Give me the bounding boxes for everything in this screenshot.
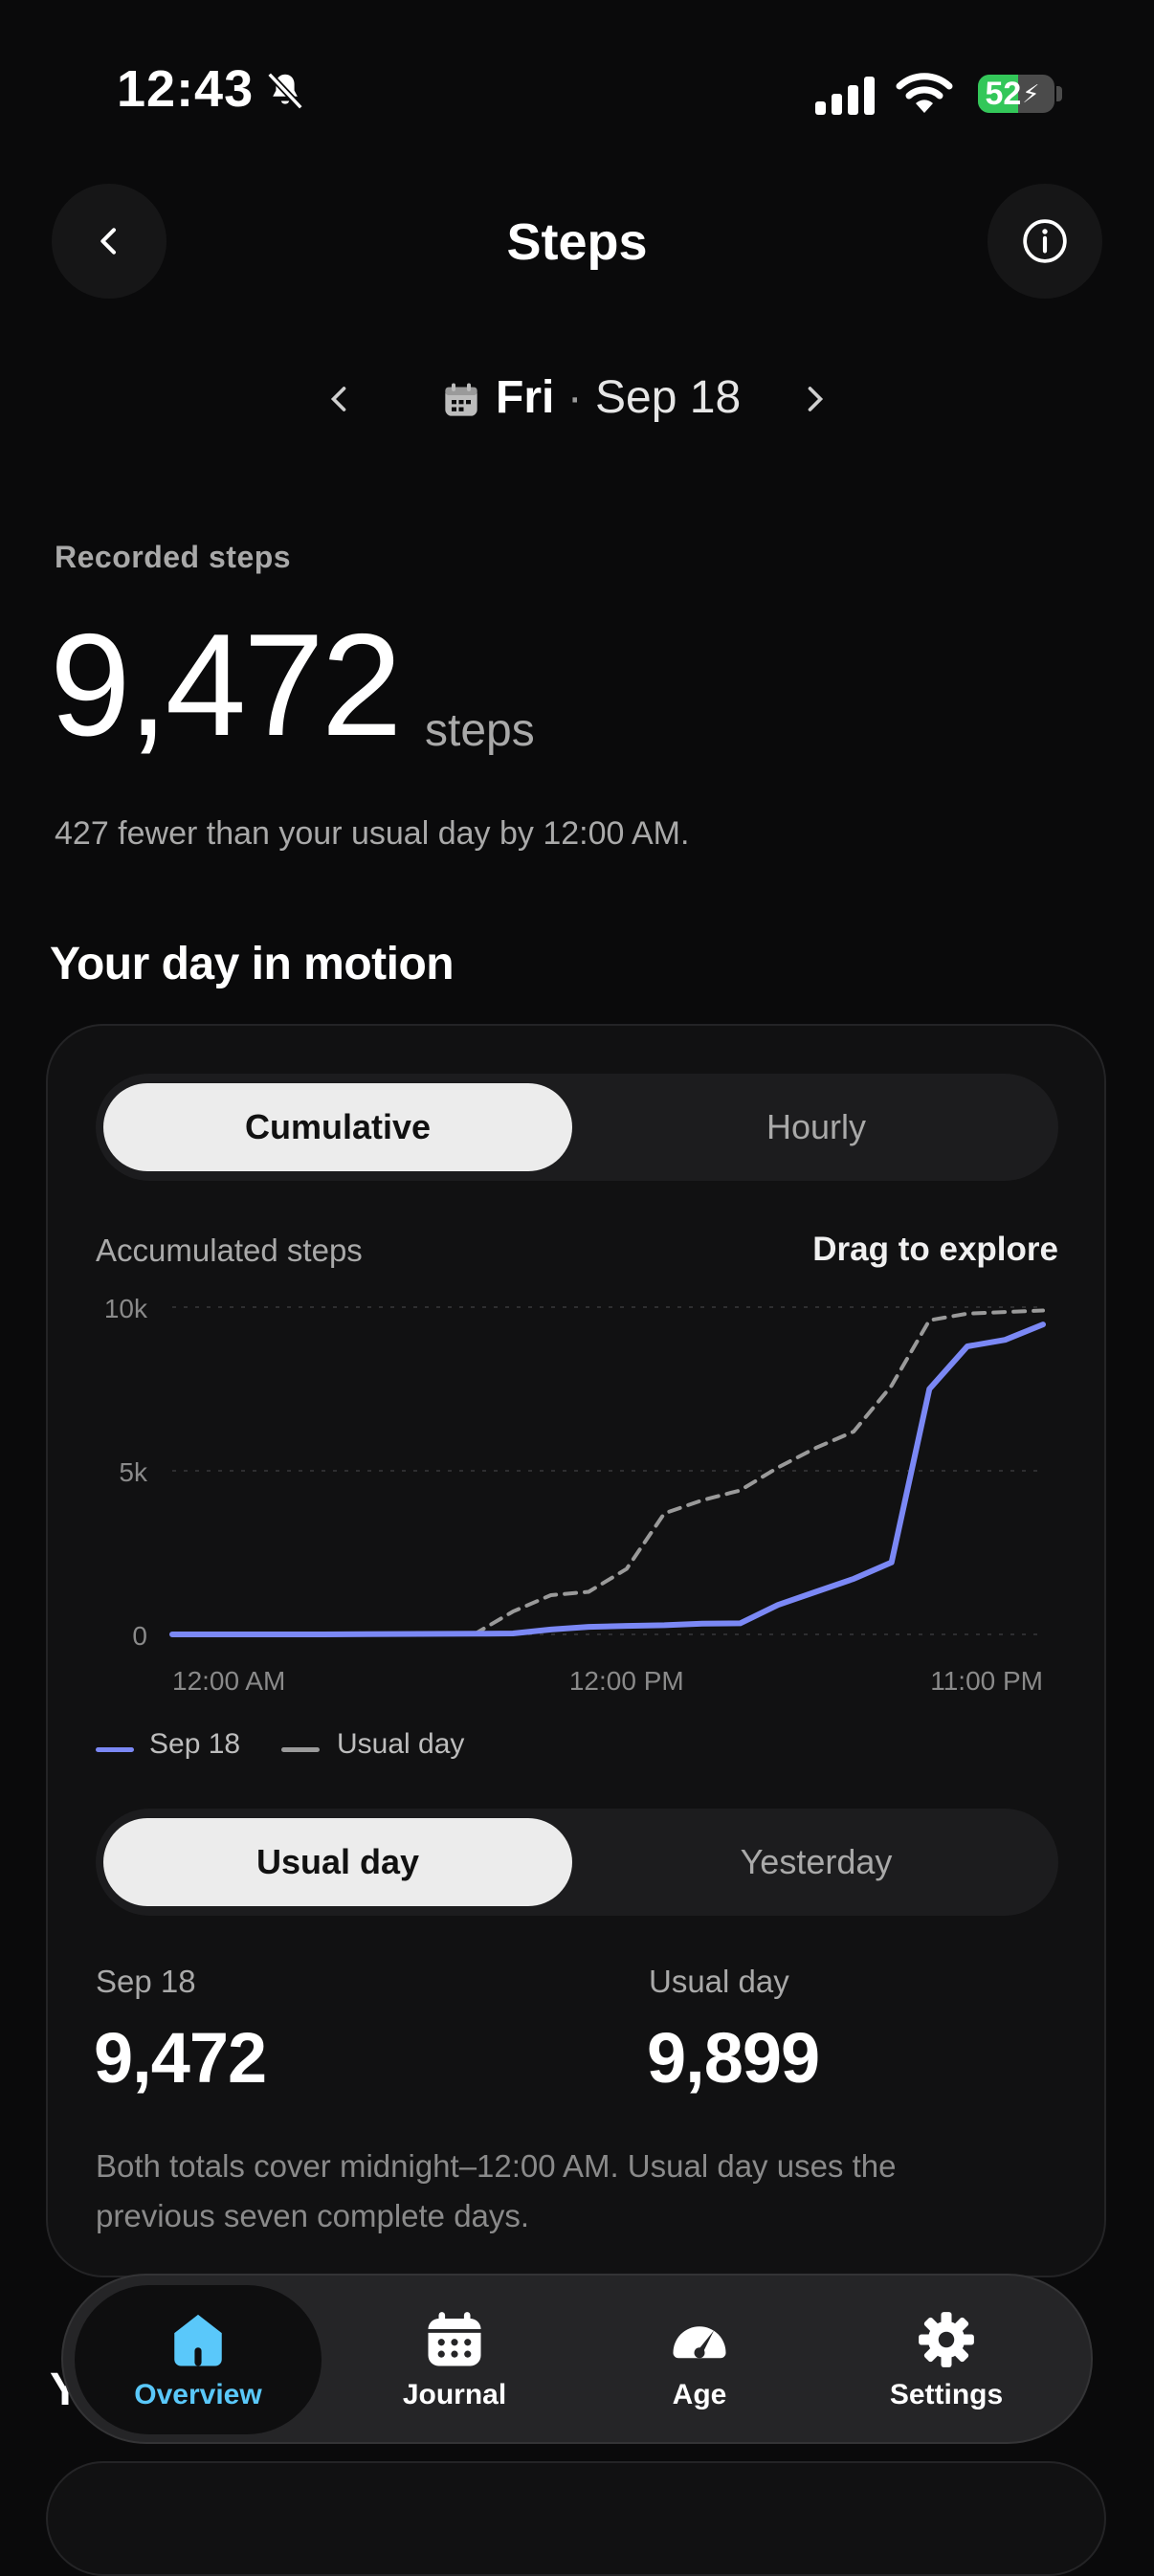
comparison-note: Both totals cover midnight–12:00 AM. Usu… [96, 2148, 897, 2233]
bell-muted-icon [267, 72, 303, 110]
next-day-button[interactable] [796, 375, 834, 423]
legend-usual-day: Usual day [337, 1728, 465, 1760]
chart-mode-toggle: Cumulative Hourly [96, 1074, 1058, 1181]
comparison-toggle: Usual day Yesterday [96, 1809, 1058, 1916]
selected-date[interactable]: Fri · Sep 18 [496, 371, 741, 424]
next-card-peek [46, 2461, 1106, 2576]
section-title: Your day in motion [50, 939, 455, 989]
gear-icon [919, 2312, 974, 2367]
wifi-icon [896, 73, 953, 113]
calendar-icon [428, 2312, 481, 2366]
tab-usual-day[interactable]: Usual day [103, 1818, 572, 1906]
calendar-icon [445, 383, 477, 416]
home-icon [174, 2314, 222, 2366]
previous-day-button[interactable] [320, 375, 358, 423]
selected-weekday: Fri [496, 372, 555, 423]
gauge-icon [673, 2326, 726, 2359]
chevron-left-icon [330, 387, 346, 411]
status-time: 12:43 [117, 60, 255, 118]
legend-swatch-sep18 [96, 1747, 134, 1752]
selected-date-value: Sep 18 [595, 372, 742, 423]
cellular-signal-icon [815, 77, 875, 115]
tab-age[interactable]: Age [576, 2285, 823, 2434]
tab-settings[interactable]: Settings [823, 2285, 1070, 2434]
stat-left-value: 9,472 [94, 2018, 267, 2098]
tab-journal[interactable]: Journal [331, 2285, 578, 2434]
stat-left-label: Sep 18 [96, 1964, 196, 1999]
chart-y-label: Accumulated steps [96, 1232, 363, 1268]
tab-overview-label: Overview [134, 2379, 262, 2410]
legend-sep18: Sep 18 [149, 1728, 241, 1760]
page-title: Steps [506, 213, 648, 271]
steps-unit: steps [425, 705, 535, 756]
stat-right-label: Usual day [649, 1964, 789, 1999]
date-separator: · [566, 372, 583, 423]
tab-settings-label: Settings [889, 2379, 1004, 2410]
drag-to-explore-hint[interactable]: Drag to explore [812, 1231, 1058, 1269]
tab-journal-label: Journal [402, 2379, 507, 2410]
tab-hourly[interactable]: Hourly [582, 1083, 1051, 1171]
recorded-steps-label: Recorded steps [55, 540, 292, 574]
chevron-right-icon [808, 387, 824, 411]
info-button[interactable] [988, 184, 1102, 299]
tab-overview[interactable]: Overview [75, 2285, 322, 2434]
usual-day-comparison: 427 fewer than your usual day by 12:00 A… [55, 815, 690, 852]
battery-indicator: 52 ⚡ [978, 75, 1054, 113]
tab-yesterday[interactable]: Yesterday [582, 1818, 1051, 1906]
tab-cumulative[interactable]: Cumulative [103, 1083, 572, 1171]
battery-nub [1056, 86, 1062, 101]
steps-total: 9,472 [50, 604, 402, 766]
tab-age-label: Age [672, 2379, 727, 2410]
battery-level: 52 ⚡ [985, 75, 1040, 112]
legend-swatch-usual [281, 1747, 320, 1752]
info-icon [1023, 219, 1067, 263]
stat-right-value: 9,899 [647, 2018, 820, 2098]
